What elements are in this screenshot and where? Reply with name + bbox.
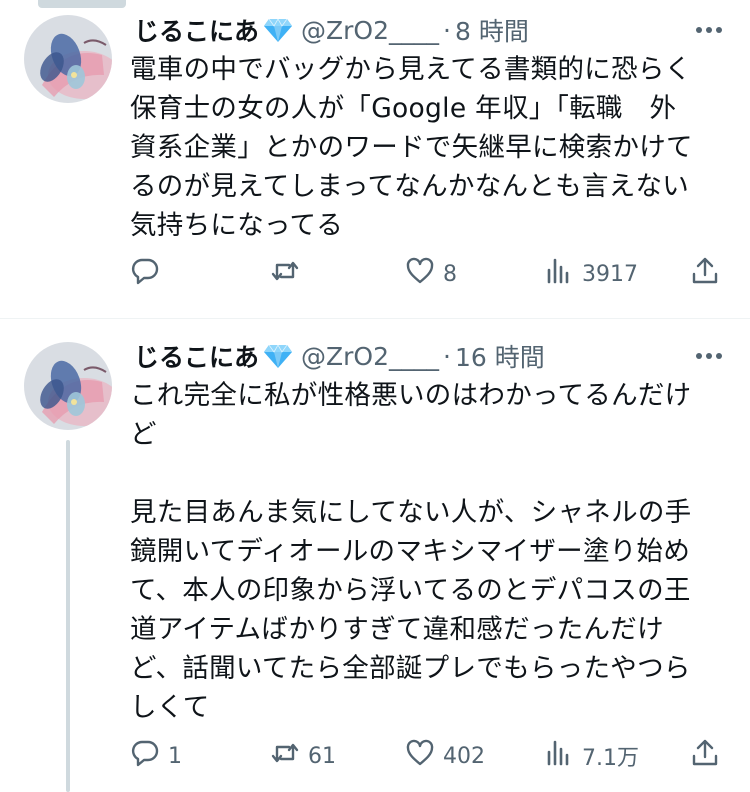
share-icon xyxy=(690,256,720,292)
timestamp[interactable]: 8 時間 xyxy=(455,12,529,48)
views-icon xyxy=(544,256,574,292)
retweet-button[interactable]: 61 xyxy=(270,736,336,776)
timestamp[interactable]: 16 時間 xyxy=(455,338,545,374)
views-count: 3917 xyxy=(582,261,638,287)
views-count: 7.1万 xyxy=(582,746,639,771)
retweet-icon xyxy=(270,738,300,774)
action-bar: 8 3917 xyxy=(130,254,730,294)
tweet-header: じるこにあ @ZrO2____ · 8 時間 xyxy=(134,10,529,50)
tweet-text: これ完全に私が性格悪いのはわかってるんだけ ど 見た目あんま気にしてない人が、シ… xyxy=(130,380,692,723)
like-count: 402 xyxy=(443,743,485,769)
like-button[interactable]: 402 xyxy=(405,736,485,776)
tweet-header: じるこにあ @ZrO2____ · 16 時間 xyxy=(134,336,545,376)
tweet[interactable]: じるこにあ @ZrO2____ · 16 時間 これ完全に私が性格悪いのはわかっ… xyxy=(0,318,750,792)
handle[interactable]: @ZrO2____ xyxy=(301,16,439,45)
reply-button[interactable]: 1 xyxy=(130,736,182,776)
reply-button[interactable] xyxy=(130,254,168,294)
verified-badge-icon xyxy=(263,17,293,43)
retweet-icon xyxy=(270,256,300,292)
display-name[interactable]: じるこにあ xyxy=(134,12,259,48)
share-button[interactable] xyxy=(690,254,720,294)
share-icon xyxy=(690,738,720,774)
avatar[interactable] xyxy=(24,342,112,430)
display-name[interactable]: じるこにあ xyxy=(134,338,259,374)
tweet-text: 電車の中でバッグから見えてる書類的に恐らく 保育士の女の人が「Google 年収… xyxy=(130,54,693,241)
share-button[interactable] xyxy=(690,736,720,776)
retweet-button[interactable] xyxy=(270,254,308,294)
tweet[interactable]: じるこにあ @ZrO2____ · 8 時間 電車の中でバッグから見えてる書類的… xyxy=(0,0,750,318)
like-icon xyxy=(405,256,435,292)
like-count: 8 xyxy=(443,261,457,287)
thread-line xyxy=(66,440,70,792)
views-button[interactable]: 3917 xyxy=(544,254,638,294)
like-button[interactable]: 8 xyxy=(405,254,457,294)
like-icon xyxy=(405,738,435,774)
verified-badge-icon xyxy=(263,343,293,369)
more-icon[interactable] xyxy=(694,15,724,45)
views-button[interactable]: 7.1万 xyxy=(544,736,639,776)
more-icon[interactable] xyxy=(694,341,724,371)
views-icon xyxy=(544,738,574,774)
separator-dot: · xyxy=(443,15,451,45)
action-bar: 1 61 402 7.1万 xyxy=(130,736,730,776)
retweet-count: 61 xyxy=(308,743,336,769)
separator-dot: · xyxy=(443,341,451,371)
reply-icon xyxy=(130,738,160,774)
avatar[interactable] xyxy=(24,15,112,103)
reply-count: 1 xyxy=(168,743,182,769)
reply-icon xyxy=(130,256,160,292)
handle[interactable]: @ZrO2____ xyxy=(301,342,439,371)
